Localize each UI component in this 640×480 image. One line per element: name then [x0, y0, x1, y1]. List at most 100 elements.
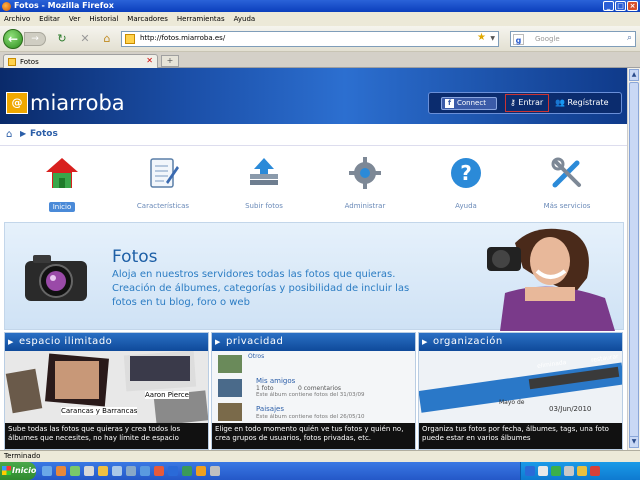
forward-button[interactable]: →: [24, 32, 46, 46]
gear-icon: [349, 157, 381, 189]
firefox-icon: [2, 2, 11, 11]
album-name: Mis amigos: [256, 377, 296, 385]
bookmark-star-icon[interactable]: ★: [477, 32, 486, 43]
maximize-button[interactable]: □: [615, 1, 626, 11]
upload-icon: [250, 158, 278, 185]
feature-title: privacidad: [212, 333, 415, 351]
quicklaunch-media-icon[interactable]: [140, 466, 150, 476]
menu-ayuda[interactable]: Ayuda: [234, 15, 256, 23]
back-button[interactable]: ←: [3, 29, 23, 49]
album-name: Paisajes: [256, 405, 284, 413]
site-logo[interactable]: @ miarroba: [6, 90, 125, 116]
feature-espacio-ilimitado: espacio ilimitado Aaron Pierce Carancas …: [4, 332, 209, 450]
tray-volume-icon[interactable]: [564, 466, 574, 476]
url-text: http://fotos.miarroba.es/: [140, 34, 226, 42]
nav-label: Administrar: [344, 202, 386, 210]
system-tray: [520, 462, 640, 480]
feature-caption: Sube todas las fotos que quieras y crea …: [5, 423, 208, 449]
nav-item-administrar[interactable]: Administrar: [320, 150, 410, 216]
chevron-down-icon[interactable]: ▼: [490, 35, 495, 42]
quicklaunch-ie-icon[interactable]: [42, 466, 52, 476]
quicklaunch-app-icon[interactable]: [70, 466, 80, 476]
page-viewport: @ miarroba f Connect ⚷ Entrar 👥 Regístrat…: [0, 68, 627, 450]
register-label: Regístrate: [567, 98, 609, 107]
tab-label: Fotos: [20, 58, 39, 66]
menu-archivo[interactable]: Archivo: [4, 15, 30, 23]
banner-description: Aloja en nuestros servidores todas las f…: [112, 269, 410, 308]
feature-title: espacio ilimitado: [5, 333, 208, 351]
camera-icon: [25, 255, 87, 301]
feature-caption: Organiza tus fotos por fecha, álbumes, t…: [419, 423, 622, 449]
album-meta: Este álbum contiene fotos del 31/03/09: [256, 392, 365, 398]
album-thumb: [218, 379, 242, 397]
service-nav: Inicio Características Subir fotos Admin…: [0, 150, 627, 216]
search-icon[interactable]: ⌕: [627, 33, 632, 43]
feature-image: Aaron Pierce Carancas y Barrancas: [5, 351, 208, 423]
quicklaunch-app-icon[interactable]: [112, 466, 122, 476]
tab-fotos[interactable]: Fotos ✕: [3, 54, 158, 69]
site-header: @ miarroba f Connect ⚷ Entrar 👥 Regístrat…: [0, 68, 627, 124]
scroll-down-icon[interactable]: ▼: [629, 436, 639, 448]
nav-label: Subir fotos: [245, 202, 283, 210]
quicklaunch-app-icon[interactable]: [210, 466, 220, 476]
menu-editar[interactable]: Editar: [39, 15, 60, 23]
logo-mark: @: [6, 92, 28, 114]
login-button[interactable]: ⚷ Entrar: [505, 94, 549, 112]
quicklaunch-app-icon[interactable]: [126, 466, 136, 476]
menu-historial[interactable]: Historial: [89, 15, 118, 23]
banner-title: Fotos: [112, 247, 158, 267]
scroll-thumb[interactable]: [629, 82, 639, 442]
tray-app-icon[interactable]: [538, 466, 548, 476]
scroll-up-icon[interactable]: ▲: [629, 69, 639, 81]
quicklaunch-app-icon[interactable]: [84, 466, 94, 476]
date-label: 03/Jun/2010: [549, 405, 592, 413]
window-titlebar: Fotos - Mozilla Firefox _ □ ×: [0, 0, 640, 12]
feature-organizacion: organización eliminada restaurar Mayo de…: [418, 332, 623, 450]
quicklaunch-app-icon[interactable]: [196, 466, 206, 476]
nav-item-inicio[interactable]: Inicio: [17, 150, 107, 216]
menu-herramientas[interactable]: Herramientas: [177, 15, 225, 23]
navigation-toolbar: ← → ↻ ✕ ⌂ http://fotos.miarroba.es/ ★ ▼ …: [0, 26, 640, 52]
nav-label: Características: [136, 202, 190, 210]
minimize-button[interactable]: _: [603, 1, 614, 11]
new-tab-button[interactable]: +: [161, 55, 179, 67]
tray-bluetooth-icon[interactable]: [525, 466, 535, 476]
search-placeholder: Google: [535, 35, 560, 43]
hero-banner: Fotos Aloja en nuestros servidores todas…: [4, 222, 624, 331]
menu-marcadores[interactable]: Marcadores: [127, 15, 168, 23]
nav-label: Más servicios: [543, 202, 591, 210]
menu-ver[interactable]: Ver: [69, 15, 80, 23]
quicklaunch-folder-icon[interactable]: [98, 466, 108, 476]
quicklaunch-messenger-icon[interactable]: [168, 466, 178, 476]
tab-close-icon[interactable]: ✕: [146, 56, 153, 65]
url-bar[interactable]: http://fotos.miarroba.es/ ★ ▼: [121, 31, 499, 47]
quicklaunch-app-icon[interactable]: [154, 466, 164, 476]
vertical-scrollbar[interactable]: ▲ ▼: [627, 68, 640, 450]
feature-image: eliminada restaurar Mayo de 03/Jun/2010: [419, 351, 622, 423]
photo-label: Aaron Pierce: [145, 391, 189, 399]
register-button[interactable]: 👥 Regístrate: [555, 96, 609, 110]
tray-app-icon[interactable]: [551, 466, 561, 476]
tray-app-icon[interactable]: [590, 466, 600, 476]
album-meta: 1 foto: [256, 385, 274, 392]
close-button[interactable]: ×: [627, 1, 638, 11]
reload-icon[interactable]: ↻: [55, 32, 69, 46]
nav-item-mas-servicios[interactable]: Más servicios: [522, 150, 612, 216]
nav-label: Inicio: [49, 202, 75, 212]
facebook-connect-button[interactable]: f Connect: [441, 97, 497, 110]
nav-label: Ayuda: [455, 202, 477, 210]
search-box[interactable]: g Google ⌕: [510, 31, 636, 47]
quicklaunch-firefox-icon[interactable]: [56, 466, 66, 476]
nav-item-caracteristicas[interactable]: Características: [118, 150, 208, 216]
search-engine-icon[interactable]: g: [513, 34, 524, 45]
nav-item-ayuda[interactable]: ? Ayuda: [421, 150, 511, 216]
home-button-icon[interactable]: ⌂: [100, 32, 114, 46]
nav-item-subir-fotos[interactable]: Subir fotos: [219, 150, 309, 216]
start-button[interactable]: Inicio: [0, 462, 36, 480]
users-icon: 👥: [555, 98, 565, 107]
stop-icon[interactable]: ✕: [78, 32, 92, 46]
login-label: Entrar: [518, 98, 544, 107]
breadcrumb-home-icon[interactable]: ⌂: [6, 129, 12, 140]
quicklaunch-app-icon[interactable]: [182, 466, 192, 476]
tray-network-icon[interactable]: [577, 466, 587, 476]
